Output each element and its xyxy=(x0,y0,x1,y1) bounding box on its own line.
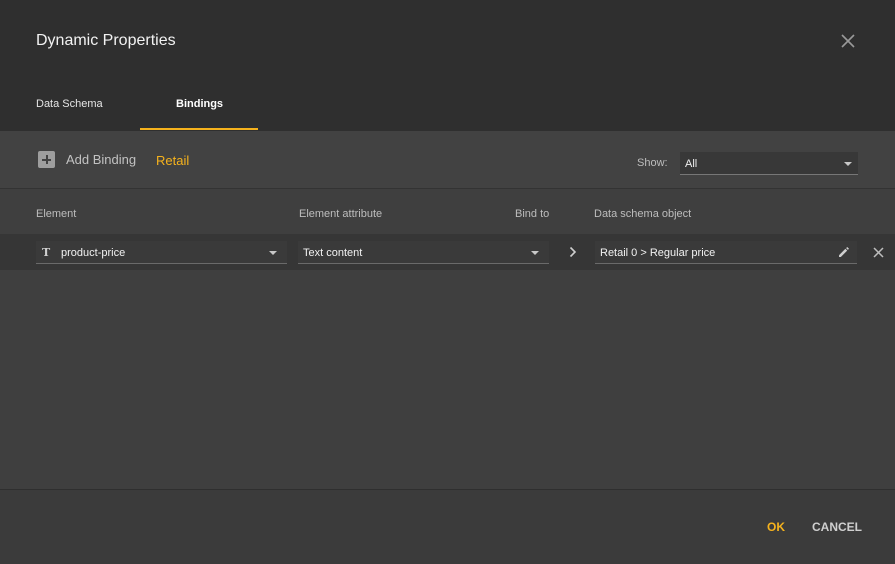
show-filter-select[interactable]: All xyxy=(680,152,858,175)
column-header-element-attribute: Element attribute xyxy=(299,208,383,220)
ok-button[interactable]: OK xyxy=(767,520,785,534)
column-header-bind-to: Bind to xyxy=(515,208,550,220)
dynamic-properties-dialog: Dynamic Properties Data Schema Bindings … xyxy=(0,0,895,564)
dropdown-arrow-icon xyxy=(269,251,277,255)
bind-to-arrow-icon xyxy=(566,245,580,259)
bindings-toolbar: Add Binding Retail Show: All xyxy=(0,131,895,189)
remove-binding-icon[interactable] xyxy=(872,246,885,259)
edit-pencil-icon[interactable] xyxy=(837,245,851,259)
element-value: product-price xyxy=(61,247,126,259)
dropdown-arrow-icon xyxy=(531,251,539,255)
schema-name-link[interactable]: Retail xyxy=(156,153,189,168)
dialog-footer: OK CANCEL xyxy=(0,489,895,564)
add-binding-label: Add Binding xyxy=(66,152,137,167)
attribute-value: Text content xyxy=(303,247,363,259)
cancel-button[interactable]: CANCEL xyxy=(812,520,862,534)
text-element-icon: T xyxy=(42,246,51,259)
element-select[interactable]: T product-price xyxy=(36,241,287,264)
column-header-data-schema-object: Data schema object xyxy=(594,208,692,220)
schema-object-value: Retail 0 > Regular price xyxy=(600,247,716,259)
dropdown-arrow-icon xyxy=(844,162,852,166)
dialog-header: Dynamic Properties Data Schema Bindings xyxy=(0,0,895,131)
add-box-icon xyxy=(38,151,55,168)
column-header-element: Element xyxy=(36,208,77,220)
add-binding-button[interactable]: Add Binding xyxy=(38,151,136,168)
tab-data-schema[interactable]: Data Schema xyxy=(36,98,103,110)
data-schema-object-field[interactable]: Retail 0 > Regular price xyxy=(595,241,857,264)
dialog-title: Dynamic Properties xyxy=(36,32,176,49)
active-tab-indicator xyxy=(140,128,258,130)
tab-bindings[interactable]: Bindings xyxy=(176,98,223,110)
show-filter-label: Show: xyxy=(637,157,668,169)
close-icon[interactable] xyxy=(836,29,860,53)
element-attribute-select[interactable]: Text content xyxy=(298,241,549,264)
binding-row: T product-price Text content Retail 0 > … xyxy=(0,234,895,270)
show-filter-value: All xyxy=(685,158,698,170)
